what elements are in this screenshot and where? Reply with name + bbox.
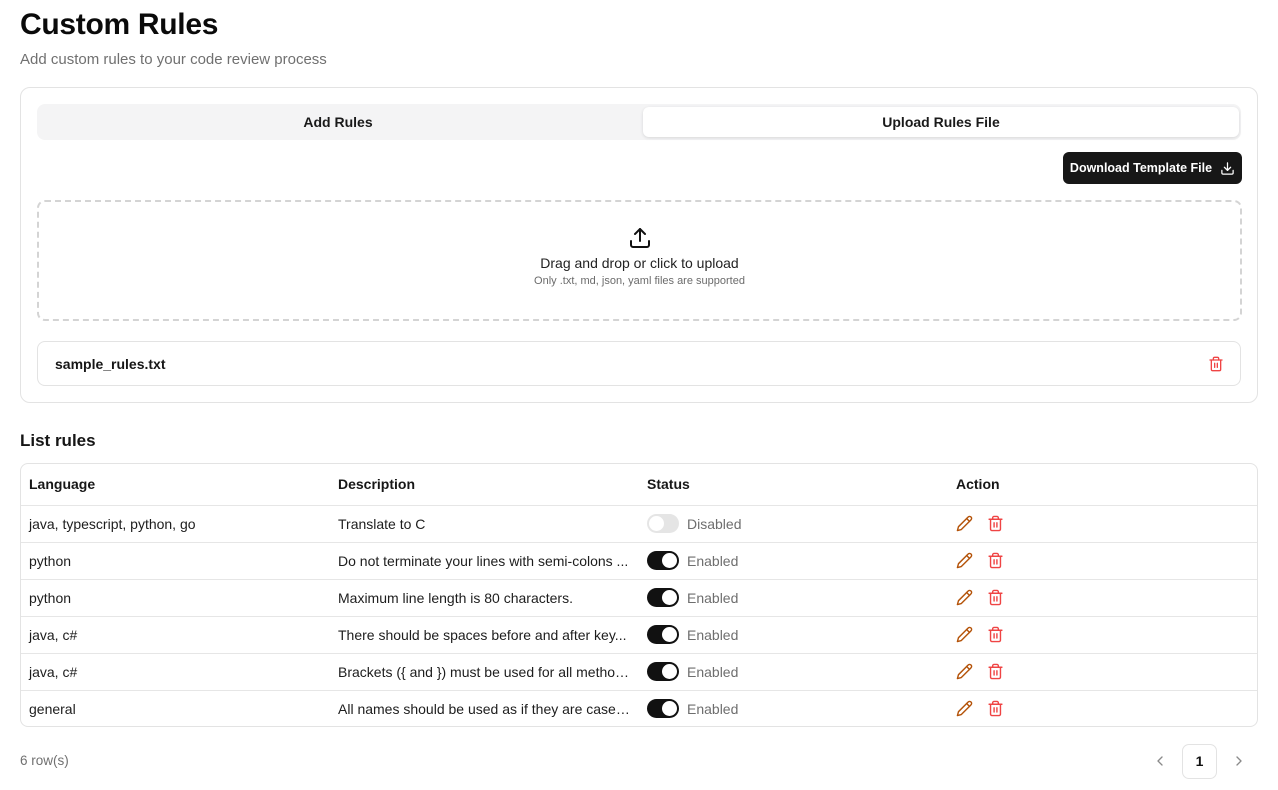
rule-language: python [21, 578, 330, 616]
rule-language: python [21, 541, 330, 579]
trash-icon[interactable] [987, 552, 1004, 569]
page-title: Custom Rules [20, 8, 219, 41]
status-label: Enabled [687, 589, 739, 606]
table-row: java, typescript, python, go Translate to… [21, 504, 1257, 542]
trash-icon[interactable] [987, 589, 1004, 606]
file-dropzone[interactable]: Drag and drop or click to upload Only .t… [37, 200, 1242, 321]
rule-description-cell: Do not terminate your lines with semi-co… [330, 541, 639, 579]
table-row: python Do not terminate your lines with s… [21, 541, 1257, 579]
upload-card: Add Rules Upload Rules File Download Tem… [20, 87, 1258, 403]
rule-description: Brackets ({ and }) must be used for all … [338, 663, 631, 680]
page-number-button[interactable]: 1 [1182, 743, 1217, 779]
rule-status-cell: Enabled [639, 652, 948, 690]
rule-status-cell: Disabled [639, 504, 948, 542]
trash-icon[interactable] [1208, 356, 1224, 372]
rule-status-cell: Enabled [639, 689, 948, 726]
rule-action-cell [948, 652, 1257, 690]
rule-description: Do not terminate your lines with semi-co… [338, 552, 629, 569]
status-toggle[interactable] [647, 699, 679, 719]
rule-language: general [21, 689, 330, 726]
page-subtitle: Add custom rules to your code review pro… [20, 51, 327, 68]
rule-language: java, c# [21, 652, 330, 690]
tab-add-rules[interactable]: Add Rules [40, 107, 636, 137]
uploaded-file-name: sample_rules.txt [55, 355, 166, 372]
status-toggle[interactable] [647, 551, 679, 570]
pagination: 1 [1148, 743, 1251, 779]
table-row: general All names should be used as if th… [21, 689, 1257, 726]
download-template-label: Download Template File [1069, 161, 1213, 175]
rule-description: Maximum line length is 80 characters. [338, 589, 573, 606]
trash-icon[interactable] [987, 515, 1004, 532]
column-header-language: Language [29, 476, 96, 493]
column-header-description: Description [338, 476, 416, 493]
status-label: Enabled [687, 552, 739, 569]
rule-language: java, typescript, python, go [21, 504, 330, 542]
status-toggle[interactable] [647, 662, 679, 681]
rule-description: There should be spaces before and after … [338, 626, 627, 643]
download-template-button[interactable]: Download Template File [1063, 152, 1242, 184]
list-rules-title: List rules [20, 431, 96, 450]
rule-action-cell [948, 504, 1257, 542]
toggle-knob [662, 553, 677, 568]
pencil-icon[interactable] [956, 515, 973, 532]
column-header-status: Status [647, 476, 690, 493]
table-row: java, c# Brackets ({ and }) must be used … [21, 652, 1257, 690]
rule-description-cell: There should be spaces before and after … [330, 615, 639, 653]
table-row: python Maximum line length is 80 characte… [21, 578, 1257, 616]
rule-description: All names should be used as if they are … [338, 700, 631, 717]
status-label: Disabled [687, 515, 742, 532]
toggle-knob [649, 516, 664, 531]
toggle-knob [662, 664, 677, 679]
chevron-left-icon[interactable] [1148, 749, 1172, 773]
trash-icon[interactable] [987, 700, 1004, 717]
rules-table: Language Description Status Action java,… [20, 463, 1258, 727]
dropzone-hint: Only .txt, md, json, yaml files are supp… [534, 275, 745, 287]
status-toggle[interactable] [647, 514, 679, 533]
rule-status-cell: Enabled [639, 578, 948, 616]
rule-action-cell [948, 689, 1257, 726]
chevron-right-icon[interactable] [1227, 749, 1251, 773]
pencil-icon[interactable] [956, 700, 973, 717]
toggle-knob [662, 701, 677, 717]
rule-action-cell [948, 615, 1257, 653]
tab-list: Add Rules Upload Rules File [37, 104, 1241, 140]
status-label: Enabled [687, 626, 739, 643]
toggle-knob [662, 627, 677, 642]
row-count: 6 row(s) [20, 753, 69, 768]
rule-description-cell: All names should be used as if they are … [330, 689, 639, 726]
status-label: Enabled [687, 700, 739, 717]
uploaded-file-row: sample_rules.txt [37, 341, 1241, 386]
pencil-icon[interactable] [956, 552, 973, 569]
pencil-icon[interactable] [956, 589, 973, 606]
rule-description-cell: Maximum line length is 80 characters. [330, 578, 639, 616]
trash-icon[interactable] [987, 626, 1004, 643]
rule-description: Translate to C [338, 515, 426, 532]
rule-action-cell [948, 578, 1257, 616]
rule-description-cell: Brackets ({ and }) must be used for all … [330, 652, 639, 690]
rule-status-cell: Enabled [639, 615, 948, 653]
pencil-icon[interactable] [956, 663, 973, 680]
table-header-row: Language Description Status Action [21, 464, 1257, 505]
rule-description-cell: Translate to C [330, 504, 639, 542]
trash-icon[interactable] [987, 663, 1004, 680]
column-header-action: Action [956, 476, 1000, 493]
rule-action-cell [948, 541, 1257, 579]
table-row: java, c# There should be spaces before an… [21, 615, 1257, 653]
dropzone-title: Drag and drop or click to upload [540, 255, 739, 271]
status-toggle[interactable] [647, 625, 679, 644]
upload-icon [629, 228, 650, 248]
rule-language: java, c# [21, 615, 330, 653]
download-icon [1221, 161, 1234, 175]
status-toggle[interactable] [647, 588, 679, 607]
pencil-icon[interactable] [956, 626, 973, 643]
toggle-knob [662, 590, 677, 605]
tab-upload-rules-file[interactable]: Upload Rules File [643, 107, 1239, 137]
status-label: Enabled [687, 663, 739, 680]
rule-status-cell: Enabled [639, 541, 948, 579]
